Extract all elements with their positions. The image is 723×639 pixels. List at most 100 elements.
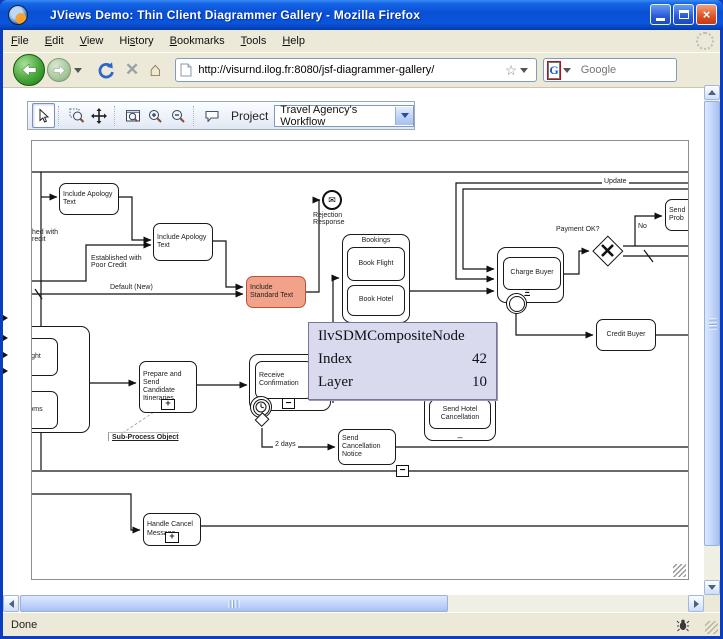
flow-edge [119,197,151,240]
maximize-button[interactable] [673,4,694,25]
horizontal-scrollbar[interactable] [3,595,704,612]
node-receive-confirmation[interactable]: Receive Confirmation [255,361,313,399]
chevron-down-icon [401,113,409,118]
node-send-hotel-cancellation[interactable]: Send Hotel Cancellation [429,399,491,429]
node-credit-buyer[interactable]: Credit Buyer [596,319,656,351]
node-send-cancellation-notice[interactable]: Send Cancellation Notice [338,429,396,465]
menu-item-bookmarks[interactable]: Bookmarks [162,32,233,50]
node-include-apology-1[interactable]: Include Apology Text [59,183,119,215]
node-flow-minus[interactable]: − [396,465,409,477]
forward-button[interactable] [47,58,71,82]
node-prepare-itineraries[interactable]: Prepare and Send Candidate Itineraries+ [139,361,197,413]
node-left-task-rooms[interactable]: oms [31,391,58,429]
node-label: ght [31,353,41,361]
zoom-rectangle-tool-button[interactable] [65,103,88,128]
node-label: Send Hotel Cancellation [433,406,487,422]
frame-marker-icon [3,352,8,358]
pan-tool-button[interactable] [88,103,111,128]
toolbar-separator [114,106,121,126]
flow-edge [32,494,140,530]
reload-button[interactable] [96,61,115,80]
tooltip-row-label: Layer [318,371,353,394]
stop-button[interactable]: ✕ [125,60,139,80]
node-label: Book Flight [358,260,393,268]
search-input[interactable] [579,63,723,77]
vertical-scroll-thumb[interactable] [704,101,720,546]
node-left-task-flight[interactable]: ght [31,338,58,376]
zoom-in-button[interactable] [144,103,167,128]
zoom-out-button[interactable] [167,103,190,128]
home-button[interactable]: ⌂ [149,60,161,80]
fit-to-contents-button[interactable] [121,103,144,128]
vertical-scrollbar[interactable] [704,85,720,595]
scroll-right-button[interactable] [688,595,704,612]
menu-item-file[interactable]: File [3,32,37,50]
arrow-down-icon [708,585,716,590]
node-book-hotel[interactable]: Book Hotel [347,285,405,316]
node-charge-buyer[interactable]: Charge Buyer [503,257,561,290]
scroll-down-button[interactable] [704,580,720,595]
edge-label-rejection-response: Rejection Response [313,212,345,226]
node-rejection-event[interactable]: ✉ [322,190,342,210]
fit-window-icon [125,108,141,124]
navigation-toolbar: ✕ ⌂ ☆ G [3,52,720,88]
node-handle-cancel-message[interactable]: Handle Cancel Message+ [143,513,201,546]
select-tool-button[interactable] [32,103,55,128]
node-book-flight[interactable]: Book Flight [347,247,405,281]
tooltip-title: IlvSDMCompositeNode [318,328,487,345]
node-merge-diamond[interactable] [255,412,269,428]
menu-item-edit[interactable]: Edit [37,32,72,50]
pan-icon [91,108,107,124]
project-select[interactable]: Travel Agency's Workflow [274,105,414,127]
firefox-icon [8,5,28,25]
node-receive-minus[interactable]: − [282,398,295,409]
node-include-apology-2[interactable]: Include Apology Text [153,223,213,261]
diagram-resize-handle[interactable] [673,564,686,577]
scroll-left-button[interactable] [3,595,19,612]
node-send-prob[interactable]: Send Prob [665,199,689,231]
node-payment-gateway[interactable] [592,235,623,266]
subprocess-plus-icon[interactable]: + [161,399,175,410]
project-select-value: Travel Agency's Workflow [275,104,395,128]
back-button[interactable] [13,54,45,86]
bug-icon[interactable] [676,618,690,632]
throbber-icon [696,32,714,50]
history-dropdown-icon[interactable] [74,68,82,73]
flow-edge [516,313,593,335]
container-title: Bookings [343,237,409,244]
bookmark-star-icon[interactable]: ☆ [505,63,518,77]
toolbar-separator [58,106,65,126]
menu-item-view[interactable]: View [72,32,112,50]
menu-item-tools[interactable]: Tools [233,32,275,50]
scroll-up-button[interactable] [704,85,720,100]
tooltip-mode-button[interactable] [200,103,223,128]
node-include-standard-text[interactable]: Include Standard Text [246,276,306,308]
subprocess-plus-icon[interactable]: + [165,532,179,543]
node-charge-menu-lines[interactable]: Ξ [524,289,538,300]
url-input[interactable] [196,63,504,77]
node-label: Include Apology Text [157,234,209,250]
horizontal-scroll-thumb[interactable] [20,595,448,612]
search-bar[interactable]: G [543,58,677,82]
tooltip-row-label: Index [318,348,352,371]
tooltip-row-value: 42 [472,348,487,371]
search-engine-dropdown-icon[interactable] [563,68,571,73]
collapse-minus-icon[interactable]: – [425,434,495,440]
edge-label-clipped-credit: hed with redit [32,229,58,243]
status-bar: Done [3,612,720,636]
reload-icon [96,61,115,80]
project-label: Project [231,109,268,123]
combo-dropdown-button[interactable] [395,107,413,125]
event-inner-circle [509,296,525,312]
window-resize-grip[interactable] [705,621,718,634]
url-dropdown-icon[interactable] [520,68,528,73]
url-bar[interactable]: ☆ [175,58,537,82]
menu-item-history[interactable]: History [111,32,161,50]
minimize-button[interactable] [650,4,671,25]
flow-edge [564,251,589,274]
toolbar-separator [193,106,200,126]
close-button[interactable]: × [696,4,717,25]
menu-item-help[interactable]: Help [274,32,313,50]
speech-bubble-icon [204,108,220,124]
node-label: Charge Buyer [510,269,553,277]
